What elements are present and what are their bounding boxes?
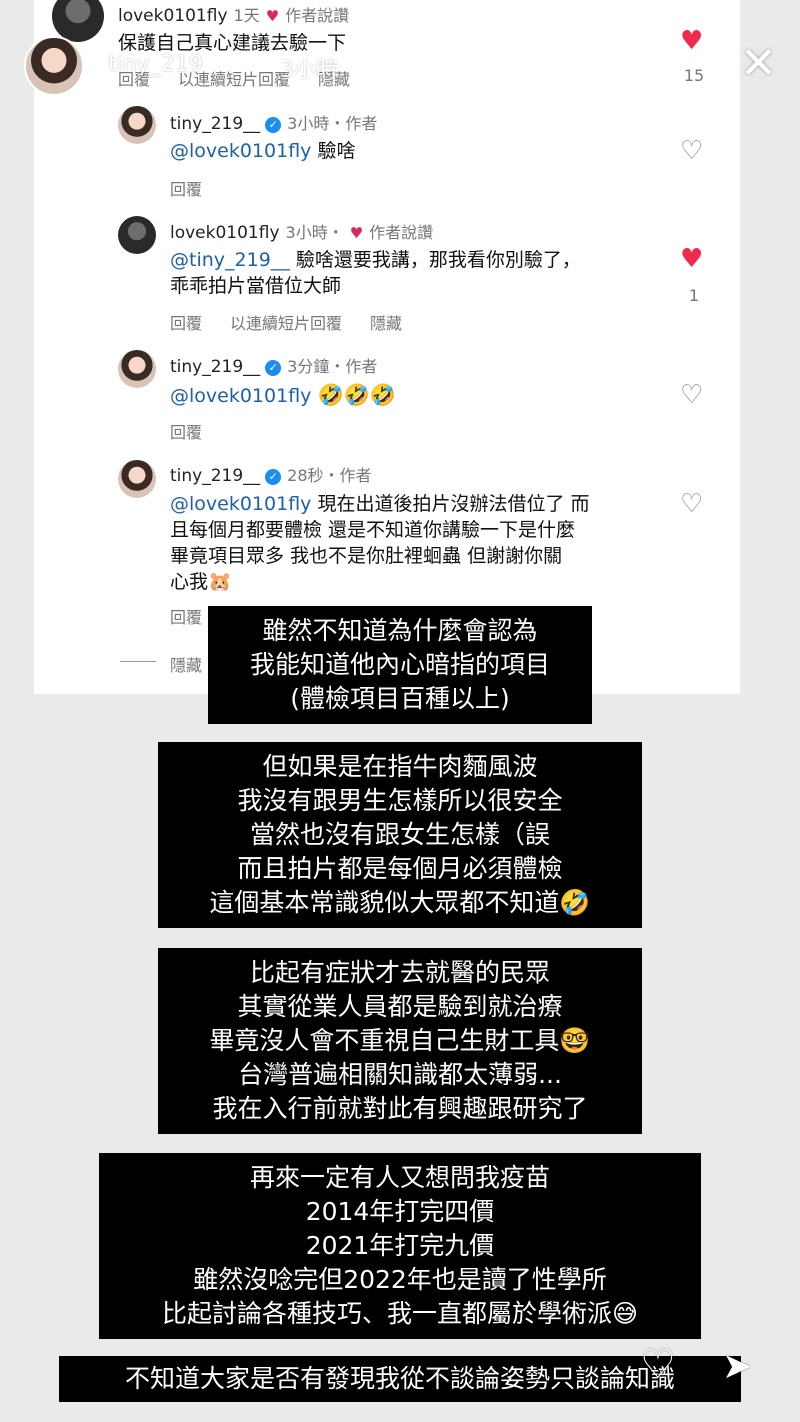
comment-actions: 回覆 以連續短片回覆 隱藏 [170,310,430,334]
story-header: tiny_219 3小時 ✕ [0,0,800,100]
reply-button[interactable]: 回覆 [170,180,202,199]
story-text-line: 不知道大家是否有發現我從不談論姿勢只談論知識 [124,1364,675,1393]
story-avatar[interactable] [24,36,84,96]
like-count: 1 [688,286,700,305]
reply-button[interactable]: 回覆 [170,608,202,627]
comment-actions: 回覆 [170,176,230,200]
story-text-line: 雖然沒唸完但2022年也是讀了性學所 [193,1265,607,1294]
like-heart-icon[interactable]: ♥ [680,244,703,274]
story-username[interactable]: tiny_219 [108,52,203,77]
story-text-line: 我在入行前就對此有興趣跟研究了 [212,1094,588,1123]
comment-text: 乖乖拍片當借位大師 [170,275,342,297]
verified-icon: ✓ [265,469,282,485]
story-text-line: 比起有症狀才去就醫的民眾 [249,958,550,987]
avatar [118,106,156,144]
like-heart-icon[interactable]: ♡ [680,136,703,166]
story-text-line: 我沒有跟男生怎樣所以很安全 [237,786,563,815]
like-heart-icon[interactable]: ♡ [680,380,703,410]
reply-button[interactable]: 回覆 [170,423,202,442]
reply-button[interactable]: 回覆 [170,314,202,333]
story-text-box: 再來一定有人又想問我疫苗 2014年打完四價 2021年打完九價 雖然沒唸完但2… [99,1153,701,1339]
like-heart-icon[interactable]: ♡ [680,489,703,519]
story-text-line: (體檢項目百種以上) [290,684,510,713]
story-text-line: 當然也沒有跟女生怎樣（誤 [249,820,550,849]
comment-screenshot [34,0,740,694]
comment-text: 畢竟項目眾多 我也不是你肚裡蛔蟲 但謝謝你關 [170,545,563,567]
story-text-line: 我能知道他內心暗指的項目 [249,650,550,679]
verified-icon: ✓ [265,360,282,376]
story-text-line: 比起討論各種技巧、我一直都屬於學術派😅 [161,1299,639,1328]
hide-button[interactable]: 隱藏 [170,656,202,675]
story-text-line: 其實從業人員都是驗到就治療 [237,992,563,1021]
hide-button[interactable]: 隱藏 [370,314,402,333]
story-text-line: 雖然不知道為什麼會認為 [262,616,538,645]
comment-username: tiny_219__ ✓ 3小時・作者 [170,114,378,134]
story-text-line: 2021年打完九價 [305,1231,495,1260]
close-icon[interactable]: ✕ [740,42,777,86]
story-text-line: 再來一定有人又想問我疫苗 [249,1163,550,1192]
avatar [118,216,156,254]
story-text-line: 但如果是在指牛肉麵風波 [262,752,538,781]
mention-link[interactable]: @lovek0101fly [170,493,311,515]
story-text-line: 台灣普遍相關知識都太薄弱... [238,1060,562,1089]
comment-text: 且每個月都要體檢 還是不知道你講驗一下是什麼 [170,519,576,541]
mention-link[interactable]: @tiny_219__ [170,249,290,271]
mention-link[interactable]: @lovek0101fly [170,140,311,162]
story-time: 3小時 [280,58,338,83]
comment-username: lovek0101fly 3小時・ ♥ 作者說讚 [170,223,434,243]
story-text-line: 畢竟沒人會不重視自己生財工具🤓 [209,1026,591,1055]
comment-text: @tiny_219__ 驗啥還要我講，那我看你別驗了， [170,249,581,271]
avatar [118,460,156,498]
story-text-line: 2014年打完四價 [305,1197,495,1226]
comment-username: tiny_219__ ✓ 3分鐘・作者 [170,357,378,377]
video-reply-button[interactable]: 以連續短片回覆 [230,314,342,333]
story-text-box: 雖然不知道為什麼會認為 我能知道他內心暗指的項目 (體檢項目百種以上) [208,606,592,724]
story-text-line: 這個基本常識貌似大眾都不知道🤣 [209,888,591,917]
heart-icon: ♥ [349,224,364,242]
story-text-box: 比起有症狀才去就醫的民眾 其實從業人員都是驗到就治療 畢竟沒人會不重視自己生財工… [158,948,642,1134]
comment-actions: 回覆 [170,419,230,443]
comment-text: 心我🐹 [170,571,232,593]
comment-text: @lovek0101fly 🤣🤣🤣 [170,383,396,407]
story-text-line: 而且拍片都是每個月必須體檢 [237,854,563,883]
comment-username: tiny_219__ ✓ 28秒・作者 [170,466,372,486]
heart-icon[interactable]: ♡ [640,1342,676,1388]
send-icon[interactable]: ➤ [722,1346,752,1387]
divider [120,661,156,662]
comment-text: @lovek0101fly 現在出道後拍片沒辦法借位了 而 [170,493,590,515]
avatar [118,350,156,388]
comment-text: @lovek0101fly 驗啥 [170,140,356,162]
mention-link[interactable]: @lovek0101fly [170,385,311,407]
story-text-box: 不知道大家是否有發現我從不談論姿勢只談論知識 [59,1356,741,1402]
verified-icon: ✓ [265,117,282,133]
story-text-box: 但如果是在指牛肉麵風波 我沒有跟男生怎樣所以很安全 當然也沒有跟女生怎樣（誤 而… [158,742,642,928]
